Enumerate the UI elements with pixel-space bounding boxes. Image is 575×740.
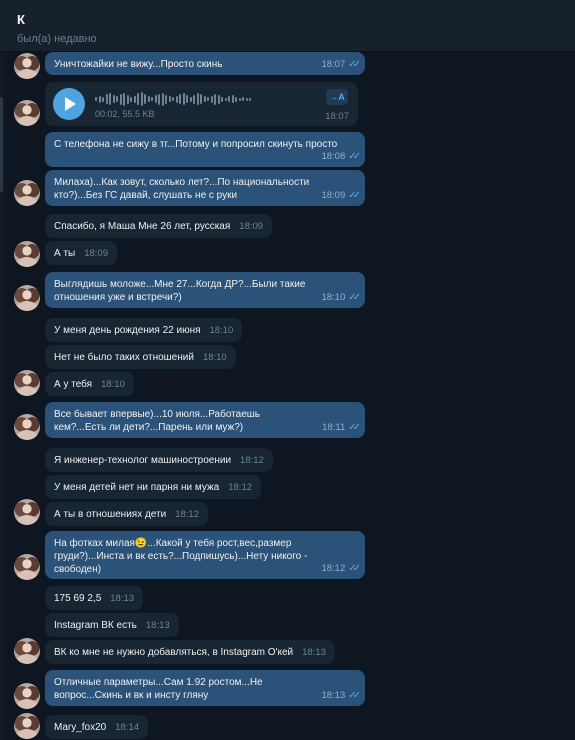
message-bubble[interactable]: У меня детей нет ни парня ни мужа 18:12 <box>45 475 262 499</box>
message-text: Mary_fox20 <box>54 722 107 733</box>
play-icon[interactable] <box>53 88 85 120</box>
message-text: Отличные параметры...Сам 1.92 ростом...Н… <box>54 677 263 701</box>
message-bubble[interactable]: Милаха)...Как зовут, сколько лет?...По н… <box>45 170 365 206</box>
message-bubble[interactable]: На фотках милая😉...Какой у тебя рост,вес… <box>45 531 365 579</box>
message-bubble[interactable]: Mary_fox20 18:14 <box>45 715 149 739</box>
message-time: 18:12 <box>321 563 346 574</box>
message-bubble[interactable]: Спасибо, я Маша Мне 26 лет, русская 18:09 <box>45 214 273 238</box>
chat-header[interactable]: К был(а) недавно <box>0 0 575 52</box>
message-bubble[interactable]: А у тебя 18:10 <box>45 372 134 396</box>
message-time: 18:12 <box>228 482 253 493</box>
message-time: 18:12 <box>240 455 264 466</box>
message-time: 18:13 <box>145 620 170 631</box>
avatar[interactable] <box>14 180 40 206</box>
message-bubble[interactable]: ВК ко мне не нужно добавляться, в Instag… <box>45 640 335 664</box>
message-text: А у тебя <box>54 379 93 390</box>
message-time: 18:09 <box>239 221 264 232</box>
avatar[interactable] <box>14 370 40 396</box>
message-time: 18:13 <box>321 690 346 701</box>
message-bubble[interactable]: 175 69 2,5 18:13 <box>45 586 144 610</box>
message-time: 18:10 <box>321 292 346 303</box>
message-bubble[interactable]: Я инженер-технолог машиностроении 18:12 <box>45 448 273 472</box>
message-bubble[interactable]: Выглядишь моложе...Мне 27...Когда ДР?...… <box>45 272 365 308</box>
message-text: Милаха)...Как зовут, сколько лет?...По н… <box>54 177 310 201</box>
avatar[interactable] <box>14 499 40 525</box>
transcribe-button[interactable]: →A <box>326 89 348 105</box>
message-text: Уничтожайки не вижу...Просто скинь <box>54 59 223 70</box>
message-bubble[interactable]: У меня день рождения 22 июня 18:10 <box>45 318 243 342</box>
message-time: 18:07 <box>325 111 349 122</box>
message-text: Выглядишь моложе...Мне 27...Когда ДР?...… <box>54 279 306 303</box>
message-time: 18:10 <box>101 379 125 390</box>
message-time: 18:14 <box>115 722 140 733</box>
read-check-icon: ✓✓ <box>348 59 361 70</box>
waveform[interactable] <box>95 92 251 106</box>
avatar[interactable] <box>14 554 40 580</box>
chat-window: К был(а) недавно Уничтожайки не вижу...П… <box>0 0 575 740</box>
message-time: 18:07 <box>321 59 346 70</box>
avatar[interactable] <box>14 241 40 267</box>
message-time: 18:10 <box>202 352 227 363</box>
message-text: С телефона не сижу в тг...Потому и попро… <box>54 139 338 150</box>
read-check-icon: ✓✓ <box>348 563 361 574</box>
message-time: 18:08 <box>321 151 346 162</box>
message-list: Уничтожайки не вижу...Просто скинь 18:07… <box>0 52 575 740</box>
message-bubble[interactable]: Instagram ВК есть 18:13 <box>45 613 179 637</box>
voice-meta: 00:02, 55.5 KB <box>95 109 155 119</box>
read-check-icon: ✓✓ <box>348 292 361 303</box>
message-text: Instagram ВК есть <box>54 620 137 631</box>
message-bubble[interactable]: Нет не было таких отношений 18:10 <box>45 345 236 369</box>
read-check-icon: ✓✓ <box>348 690 361 701</box>
message-time: 18:09 <box>321 190 346 201</box>
message-text: 175 69 2,5 <box>54 593 102 604</box>
message-bubble[interactable]: Уничтожайки не вижу...Просто скинь 18:07… <box>45 52 365 75</box>
message-text: Нет не было таких отношений <box>54 352 194 363</box>
message-time: 18:09 <box>84 248 108 259</box>
message-text: У меня детей нет ни парня ни мужа <box>54 482 220 493</box>
message-bubble[interactable]: С телефона не сижу в тг...Потому и попро… <box>45 132 365 167</box>
voice-message[interactable]: 00:02, 55.5 KB →A 18:07 <box>45 82 358 126</box>
contact-name[interactable]: К <box>17 12 25 27</box>
avatar[interactable] <box>14 100 40 126</box>
message-time: 18:12 <box>175 509 199 520</box>
read-check-icon: ✓✓ <box>348 151 361 162</box>
message-time: 18:10 <box>209 325 234 336</box>
avatar[interactable] <box>14 683 40 709</box>
message-text: Я инженер-технолог машиностроении <box>54 455 232 466</box>
avatar[interactable] <box>14 713 40 739</box>
avatar[interactable] <box>14 285 40 311</box>
avatar[interactable] <box>14 53 40 79</box>
message-bubble[interactable]: А ты 18:09 <box>45 241 117 265</box>
message-text: Все бывает впервые)...10 июля...Работаеш… <box>54 409 260 433</box>
message-time: 18:13 <box>302 647 326 658</box>
avatar[interactable] <box>14 638 40 664</box>
message-time: 18:13 <box>110 593 135 604</box>
message-text: На фотках милая😉...Какой у тебя рост,вес… <box>54 538 308 575</box>
read-check-icon: ✓✓ <box>348 190 361 201</box>
message-bubble[interactable]: Все бывает впервые)...10 июля...Работаеш… <box>45 402 365 438</box>
message-text: У меня день рождения 22 июня <box>54 325 201 336</box>
read-check-icon: ✓✓ <box>348 422 361 433</box>
message-text: А ты <box>54 248 76 259</box>
avatar[interactable] <box>14 414 40 440</box>
message-text: ВК ко мне не нужно добавляться, в Instag… <box>54 647 294 658</box>
message-bubble[interactable]: А ты в отношениях дети 18:12 <box>45 502 208 526</box>
message-time: 18:11 <box>322 422 346 433</box>
message-bubble[interactable]: Отличные параметры...Сам 1.92 ростом...Н… <box>45 670 365 706</box>
message-text: Спасибо, я Маша Мне 26 лет, русская <box>54 221 231 232</box>
contact-status: был(а) недавно <box>17 33 97 45</box>
message-text: А ты в отношениях дети <box>54 509 167 520</box>
